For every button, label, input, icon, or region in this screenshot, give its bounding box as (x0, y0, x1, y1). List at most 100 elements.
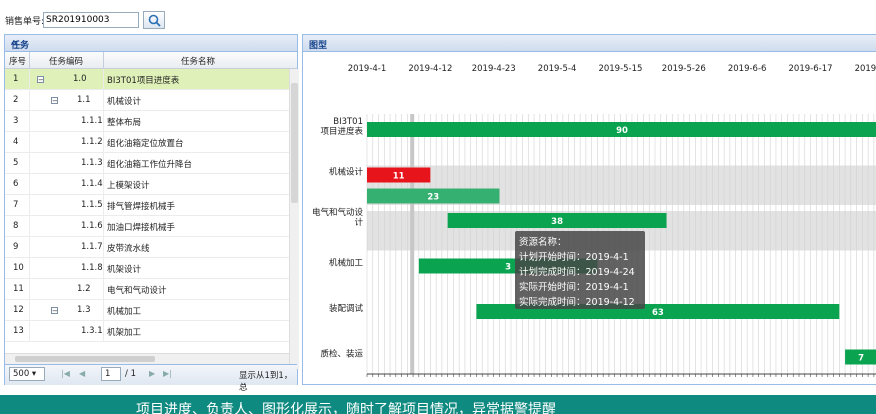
prev-page-icon[interactable]: ◀ (79, 369, 85, 378)
table-row[interactable]: 9 1.1.7 皮带流水线 (5, 237, 289, 258)
bar-value-label: 11 (393, 172, 405, 182)
page-size-select[interactable]: 500 ▾ (9, 367, 45, 381)
caption-banner: 项目进度、负责人、图形化展示，随时了解项目情况，异常据警提醒 (0, 395, 876, 414)
row-code: 1.0 (73, 74, 87, 84)
tooltip-line: 实际开始时间：2019-4-1 (519, 282, 629, 293)
table-row[interactable]: 10 1.1.8 机架设计 (5, 258, 289, 279)
row-seq: 3 (13, 116, 19, 126)
pager-status: 显示从1到1，总 (239, 371, 293, 393)
task-label: 电气和气动设 (312, 207, 364, 218)
row-code: 1.1.7 (81, 242, 103, 252)
row-seq: 4 (13, 137, 19, 147)
row-code: 1.1.2 (81, 137, 103, 147)
task-label: 装配调试 (329, 303, 364, 314)
row-name: 机架设计 (107, 265, 142, 275)
row-code: 1.1.6 (81, 221, 103, 231)
bar-value-label: 38 (551, 217, 563, 227)
task-label: 机械加工 (329, 258, 364, 269)
task-label: 项目进度表 (320, 126, 363, 137)
today-line (410, 114, 415, 374)
row-name: 加油口焊接机械手 (107, 223, 176, 233)
date-tick-label: 2019-6-2 (855, 64, 876, 74)
app-frame: 销售单号: 任务 « 序号 任务编码 任务名称 1 − 1.0 BI3T01项目进度表… (0, 0, 876, 395)
date-tick-label: 2019-5-4 (538, 64, 577, 74)
table-row[interactable]: 12 − 1.3 机械加工 (5, 300, 289, 321)
tooltip-line: 实际完成时间：2019-4-12 (519, 297, 635, 308)
row-seq: 2 (13, 95, 19, 105)
bar-value-label: 7 (858, 354, 864, 364)
table-row[interactable]: 13 1.3.1 机架加工 (5, 321, 289, 342)
gantt-chart[interactable]: 2019-4-1 2019-4-12 2019-4-23 2019-5-4 2019-5… (303, 52, 876, 385)
tooltip-line: 计划完成时间：2019-4-24 (519, 267, 635, 278)
row-code: 1.2 (77, 284, 91, 294)
date-tick-label: 2019-4-12 (408, 64, 452, 74)
row-name: 机械设计 (107, 97, 142, 107)
task-label: 机械设计 (329, 167, 364, 178)
table-row[interactable]: 6 1.1.4 上模架设计 (5, 174, 289, 195)
row-code: 1.1.1 (81, 116, 103, 126)
tooltip-line: 资源名称： (519, 237, 567, 248)
date-tick-label: 2019-5-15 (598, 64, 642, 74)
expand-toggle-icon[interactable]: − (37, 75, 44, 85)
date-tick-label: 2019-6-17 (789, 64, 833, 74)
row-seq: 10 (13, 263, 24, 273)
bar-value-label: 3 (505, 263, 511, 273)
table-row[interactable]: 4 1.1.2 组化油箱定位放置台 (5, 132, 289, 153)
table-row[interactable]: 7 1.1.5 排气管焊接机械手 (5, 195, 289, 216)
table-row[interactable]: 2 − 1.1 机械设计 (5, 90, 289, 111)
row-code: 1.1.4 (81, 179, 103, 189)
row-code: 1.1.5 (81, 200, 103, 210)
table-row[interactable]: 5 1.1.3 组化油箱工作位升降台 (5, 153, 289, 174)
vertical-scrollbar[interactable] (289, 69, 299, 369)
task-panel-header: 任务 « (5, 35, 297, 52)
row-name: 整体布局 (107, 118, 142, 128)
column-seq[interactable]: 序号 (9, 55, 26, 67)
column-name[interactable]: 任务名称 (181, 55, 215, 67)
task-label: BI3T01 (333, 117, 363, 127)
row-name: 排气管焊接机械手 (107, 202, 176, 212)
chart-panel-header: 图型 (303, 35, 876, 52)
row-name: 组化油箱定位放置台 (107, 139, 184, 149)
search-bar: 销售单号: (0, 8, 876, 32)
horizontal-scrollbar[interactable] (5, 353, 289, 364)
date-tick-label: 2019-5-26 (662, 64, 706, 74)
next-page-icon[interactable]: ▶ (149, 369, 155, 378)
task-label: 计 (354, 217, 363, 228)
row-seq: 12 (13, 305, 24, 315)
row-code: 1.1 (77, 95, 91, 105)
column-code[interactable]: 任务编码 (49, 55, 83, 67)
order-number-input[interactable] (43, 12, 139, 28)
table-row[interactable]: 8 1.1.6 加油口焊接机械手 (5, 216, 289, 237)
row-seq: 6 (13, 179, 19, 189)
bar-value-label: 63 (652, 308, 664, 318)
row-code: 1.3.1 (81, 326, 103, 336)
row-seq: 8 (13, 221, 19, 231)
table-row[interactable]: 1 − 1.0 BI3T01项目进度表 (5, 69, 289, 90)
collapse-icon[interactable]: « (11, 36, 292, 49)
row-code: 1.1.3 (81, 158, 103, 168)
chart-panel: 图型 2019-4-1 2019-4-12 2019-4-23 2019-5-4 201… (302, 34, 876, 385)
row-seq: 5 (13, 158, 19, 168)
table-row[interactable]: 3 1.1.1 整体布局 (5, 111, 289, 132)
date-tick-label: 2019-4-1 (348, 64, 387, 74)
task-rows: 1 − 1.0 BI3T01项目进度表 2 − 1.1 机械设计 3 1.1.1 整体布局 4 1.1.… (5, 69, 289, 387)
date-tick-label: 2019-6-6 (728, 64, 767, 74)
row-name: 上模架设计 (107, 181, 150, 191)
row-code: 1.3 (77, 305, 91, 315)
expand-toggle-icon[interactable]: − (51, 306, 58, 316)
task-label: 质检、装运 (320, 349, 363, 360)
row-name: 电气和气动设计 (107, 286, 167, 296)
expand-toggle-icon[interactable]: − (51, 96, 58, 106)
page-number-input[interactable]: 1 (101, 367, 121, 381)
last-page-icon[interactable]: ▶| (163, 369, 172, 378)
task-tooltip: 资源名称： 计划开始时间：2019-4-1 计划完成时间：2019-4-24 实… (515, 231, 645, 309)
row-seq: 9 (13, 242, 19, 252)
chart-panel-title: 图型 (309, 41, 328, 51)
order-label: 销售单号: (5, 17, 45, 27)
row-name: 机械加工 (107, 307, 142, 317)
search-button[interactable] (143, 11, 165, 29)
page-total: / 1 (125, 369, 136, 379)
table-row[interactable]: 11 1.2 电气和气动设计 (5, 279, 289, 300)
first-page-icon[interactable]: |◀ (61, 369, 70, 378)
date-tick-label: 2019-4-23 (472, 64, 516, 74)
